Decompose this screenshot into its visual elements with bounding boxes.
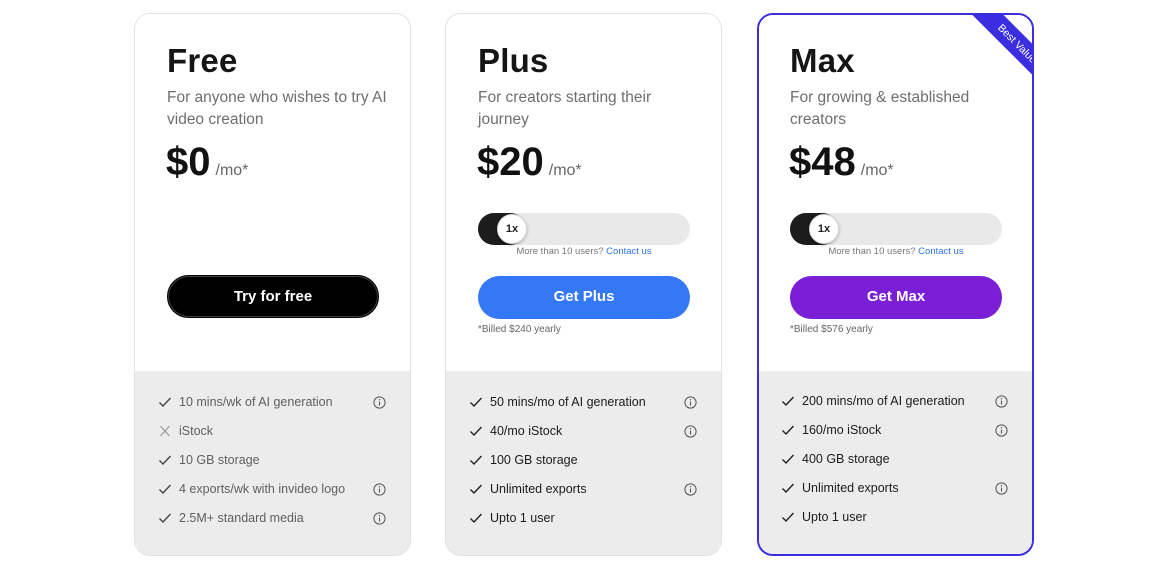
info-icon[interactable]	[684, 396, 697, 409]
feature-text: 200 mins/mo of AI generation	[802, 394, 965, 408]
feature-text: 10 mins/wk of AI generation	[179, 395, 333, 409]
try-for-free-button[interactable]: Try for free	[167, 275, 379, 318]
plan-description: For growing & established creators	[790, 89, 970, 128]
contact-us-link[interactable]: Contact us	[918, 246, 963, 257]
plan-price: $48/mo*	[789, 140, 894, 185]
price-period: /mo*	[548, 162, 582, 179]
feature-list: 10 mins/wk of AI generation iStock 10 GB…	[158, 388, 388, 533]
price-period: /mo*	[860, 162, 894, 179]
best-value-badge: Best Value	[970, 15, 1032, 91]
feature-text: Unlimited exports	[802, 481, 899, 495]
user-count-slider[interactable]: 1x	[790, 213, 1002, 245]
feature-item: 10 mins/wk of AI generation	[158, 388, 388, 417]
cross-icon	[160, 425, 170, 437]
feature-text: 100 GB storage	[490, 453, 578, 467]
feature-item: iStock	[158, 417, 388, 446]
check-icon	[470, 397, 483, 408]
plan-header: Free For anyone who wishes to try AI vid…	[135, 14, 410, 371]
info-icon[interactable]	[684, 425, 697, 438]
feature-list-panel: 10 mins/wk of AI generation iStock 10 GB…	[135, 371, 410, 555]
feature-item: 400 GB storage	[781, 445, 1010, 474]
info-icon[interactable]	[373, 512, 386, 525]
plan-price: $0/mo*	[166, 140, 248, 185]
info-icon[interactable]	[684, 483, 697, 496]
plan-description: For anyone who wishes to try AI video cr…	[167, 89, 387, 128]
price-amount: $0	[166, 140, 211, 184]
price-period: /mo*	[215, 162, 249, 179]
plan-price: $20/mo*	[477, 140, 582, 185]
users-note: More than 10 users? Contact us	[790, 246, 1002, 257]
plan-card-free: Free For anyone who wishes to try AI vid…	[134, 13, 411, 556]
check-icon	[159, 513, 172, 524]
info-icon[interactable]	[373, 396, 386, 409]
check-icon	[782, 425, 795, 436]
best-value-ribbon: Best Value	[956, 15, 1032, 91]
get-plus-button[interactable]: Get Plus	[478, 276, 690, 319]
plan-name: Free	[167, 42, 238, 79]
feature-item: 4 exports/wk with invideo logo	[158, 475, 388, 504]
feature-text: 10 GB storage	[179, 453, 260, 467]
feature-list: 200 mins/mo of AI generation 160/mo iSto…	[781, 387, 1010, 532]
feature-item: 10 GB storage	[158, 446, 388, 475]
get-max-button[interactable]: Get Max	[790, 276, 1002, 319]
users-note-text: More than 10 users?	[516, 246, 604, 257]
slider-handle[interactable]: 1x	[809, 214, 839, 244]
feature-text: 400 GB storage	[802, 452, 890, 466]
feature-list-panel: 200 mins/mo of AI generation 160/mo iSto…	[759, 371, 1032, 554]
plan-name: Max	[790, 42, 855, 79]
feature-text: 50 mins/mo of AI generation	[490, 395, 646, 409]
feature-text: 40/mo iStock	[490, 424, 563, 438]
check-icon	[159, 484, 172, 495]
feature-item: 2.5M+ standard media	[158, 504, 388, 533]
feature-text: Upto 1 user	[802, 510, 867, 524]
feature-item: 100 GB storage	[469, 446, 699, 475]
check-icon	[470, 484, 483, 495]
feature-item: Unlimited exports	[469, 475, 699, 504]
users-note: More than 10 users? Contact us	[478, 246, 690, 257]
check-icon	[159, 455, 172, 466]
feature-text: 4 exports/wk with invideo logo	[179, 482, 346, 496]
feature-text: 2.5M+ standard media	[179, 511, 304, 525]
plan-header: Plus For creators starting their journey…	[446, 14, 721, 371]
check-icon	[782, 512, 795, 523]
user-count-slider[interactable]: 1x	[478, 213, 690, 245]
feature-text: 160/mo iStock	[802, 423, 882, 437]
price-amount: $20	[477, 140, 544, 184]
check-icon	[782, 396, 795, 407]
users-note-text: More than 10 users?	[828, 246, 916, 257]
feature-item: 50 mins/mo of AI generation	[469, 388, 699, 417]
feature-text: Upto 1 user	[490, 511, 555, 525]
feature-list-panel: 50 mins/mo of AI generation 40/mo iStock…	[446, 371, 721, 555]
feature-text: iStock	[179, 424, 214, 438]
check-icon	[782, 483, 795, 494]
plan-card-max: Max For growing & established creators $…	[757, 13, 1034, 556]
info-icon[interactable]	[995, 424, 1008, 437]
contact-us-link[interactable]: Contact us	[606, 246, 651, 257]
feature-item: Upto 1 user	[781, 503, 1010, 532]
feature-item: 40/mo iStock	[469, 417, 699, 446]
feature-item: 160/mo iStock	[781, 416, 1010, 445]
billed-note: *Billed $240 yearly	[478, 324, 561, 335]
billed-note: *Billed $576 yearly	[790, 324, 873, 335]
feature-text: Unlimited exports	[490, 482, 587, 496]
plan-name: Plus	[478, 42, 549, 79]
check-icon	[470, 426, 483, 437]
feature-item: Unlimited exports	[781, 474, 1010, 503]
info-icon[interactable]	[373, 483, 386, 496]
check-icon	[470, 513, 483, 524]
check-icon	[159, 397, 172, 408]
feature-item: 200 mins/mo of AI generation	[781, 387, 1010, 416]
info-icon[interactable]	[995, 482, 1008, 495]
feature-list: 50 mins/mo of AI generation 40/mo iStock…	[469, 388, 699, 533]
check-icon	[782, 454, 795, 465]
slider-handle[interactable]: 1x	[497, 214, 527, 244]
plan-description: For creators starting their journey	[478, 89, 652, 128]
info-icon[interactable]	[995, 395, 1008, 408]
plan-card-plus: Plus For creators starting their journey…	[445, 13, 722, 556]
price-amount: $48	[789, 140, 856, 184]
feature-item: Upto 1 user	[469, 504, 699, 533]
check-icon	[470, 455, 483, 466]
